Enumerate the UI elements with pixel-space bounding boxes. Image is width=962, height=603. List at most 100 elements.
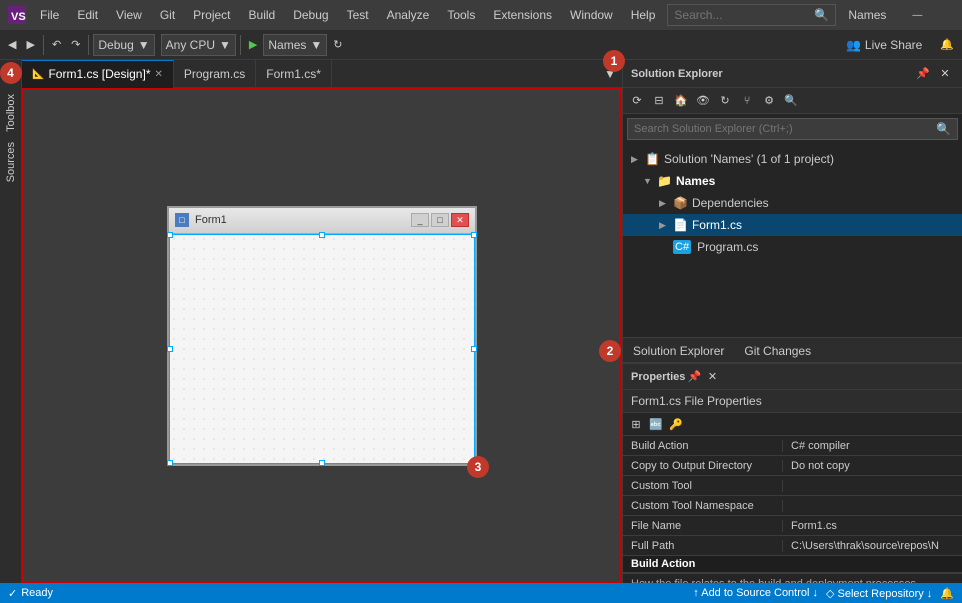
properties-panel: Properties 📌 ✕ Form1.cs File Properties … xyxy=(623,363,962,583)
menu-extensions[interactable]: Extensions xyxy=(485,5,560,25)
debug-arrow-icon: ▼ xyxy=(138,38,150,52)
form-body[interactable] xyxy=(169,234,475,464)
props-pin-button[interactable]: 📌 xyxy=(685,368,703,386)
tab-git-changes[interactable]: Git Changes xyxy=(734,338,821,364)
menu-help[interactable]: Help xyxy=(623,5,664,25)
menu-analyze[interactable]: Analyze xyxy=(379,5,438,25)
tree-program-cs[interactable]: ▶ C# Program.cs xyxy=(623,236,962,258)
se-refresh-btn[interactable]: ⟳ xyxy=(627,91,647,111)
cpu-dropdown[interactable]: Any CPU ▼ xyxy=(161,34,236,56)
form-titlebar: □ Form1 _ □ ✕ xyxy=(169,208,475,234)
menu-project[interactable]: Project xyxy=(185,5,238,25)
liveshare-button[interactable]: 👥 Live Share xyxy=(838,36,930,54)
handle-mid-right[interactable] xyxy=(471,346,477,352)
toolbar-redo[interactable]: ↷ xyxy=(67,33,84,57)
form-maximize-btn[interactable]: □ xyxy=(431,213,449,227)
annotation-badge-1: 1 xyxy=(603,50,625,72)
hot-reload-button[interactable]: ↻ xyxy=(329,33,346,57)
solution-explorer: 1 Solution Explorer 📌 ✕ ⟳ ⊟ 🏠 👁 ↻ ⑂ ⚙ 🔍 … xyxy=(623,60,962,363)
se-pin-button[interactable]: 📌 xyxy=(914,65,932,83)
tree-icon-solution: 📋 xyxy=(645,152,660,166)
se-settings-btn[interactable]: ⚙ xyxy=(759,91,779,111)
title-search-box[interactable]: 🔍 xyxy=(667,4,836,26)
prop-value-copy-output[interactable]: Do not copy xyxy=(783,460,962,472)
menu-window[interactable]: Window xyxy=(562,5,621,25)
se-search-btn[interactable]: 🔍 xyxy=(781,91,801,111)
handle-top-center[interactable] xyxy=(319,232,325,238)
menu-file[interactable]: File xyxy=(32,5,67,25)
solution-tree: ▶ 📋 Solution 'Names' (1 of 1 project) ▼ … xyxy=(623,144,962,337)
close-tab-form1-design[interactable]: ✕ xyxy=(154,69,162,80)
menu-git[interactable]: Git xyxy=(152,5,183,25)
se-search-input[interactable] xyxy=(634,123,936,135)
tree-names-project[interactable]: ▼ 📁 Names xyxy=(623,170,962,192)
title-search-input[interactable] xyxy=(674,8,814,22)
props-page-btn[interactable]: 🔑 xyxy=(667,415,685,433)
prop-value-build-action[interactable]: C# compiler xyxy=(783,440,962,452)
toolbar-undo[interactable]: ↶ xyxy=(48,33,65,57)
menu-tools[interactable]: Tools xyxy=(439,5,483,25)
select-repo-button[interactable]: ◇ Select Repository ↓ xyxy=(826,587,932,600)
se-collapse-btn[interactable]: ⊟ xyxy=(649,91,669,111)
handle-top-left[interactable] xyxy=(167,232,173,238)
notifications-icon[interactable]: 🔔 xyxy=(940,587,954,600)
tab-program-label: Program.cs xyxy=(184,67,245,81)
feedback-button[interactable]: 🔔 xyxy=(936,33,958,57)
status-bar: ✓ Ready ↑ Add to Source Control ↓ ◇ Sele… xyxy=(0,583,962,603)
handle-bot-left[interactable] xyxy=(167,460,173,466)
se-search-box[interactable]: 🔍 xyxy=(627,118,958,140)
add-source-button[interactable]: ↑ Add to Source Control ↓ xyxy=(693,587,818,599)
tree-icon-program: C# xyxy=(673,240,691,254)
handle-top-right[interactable] xyxy=(471,232,477,238)
props-alpha-btn[interactable]: 🔤 xyxy=(647,415,665,433)
prop-name-file-name: File Name xyxy=(623,520,783,532)
tab-program[interactable]: Program.cs xyxy=(174,60,256,88)
props-close-button[interactable]: ✕ xyxy=(703,368,721,386)
menu-test[interactable]: Test xyxy=(339,5,377,25)
minimize-button[interactable]: — xyxy=(894,0,940,30)
form-window[interactable]: □ Form1 _ □ ✕ xyxy=(167,206,477,466)
debug-dropdown[interactable]: Debug ▼ xyxy=(93,34,154,56)
tree-label-form1: Form1.cs xyxy=(692,218,742,232)
toolbox-label[interactable]: Toolbox xyxy=(5,86,17,140)
se-close-button[interactable]: ✕ xyxy=(936,65,954,83)
toolbar-forward[interactable]: ▶ xyxy=(22,33,38,57)
properties-table: Build Action C# compiler Copy to Output … xyxy=(623,436,962,583)
se-home-btn[interactable]: 🏠 xyxy=(671,91,691,111)
se-show-all-btn[interactable]: 👁 xyxy=(693,91,713,111)
form-minimize-btn[interactable]: _ xyxy=(411,213,429,227)
props-categorized-btn[interactable]: ⊞ xyxy=(627,415,645,433)
vs-logo: VS xyxy=(8,6,26,24)
maximize-button[interactable]: □ xyxy=(942,0,962,30)
tree-form1-cs[interactable]: ▶ 📄 Form1.cs xyxy=(623,214,962,236)
annotation-badge-3: 3 xyxy=(467,456,489,478)
tree-solution[interactable]: ▶ 📋 Solution 'Names' (1 of 1 project) xyxy=(623,148,962,170)
tab-form1-design[interactable]: 📐 Form1.cs [Design]* ✕ xyxy=(22,60,174,88)
handle-bot-center[interactable] xyxy=(319,460,325,466)
tab-form1-cs[interactable]: Form1.cs* xyxy=(256,60,332,88)
menu-build[interactable]: Build xyxy=(241,5,284,25)
run-button[interactable]: ▶ xyxy=(245,33,261,57)
handle-mid-left[interactable] xyxy=(167,346,173,352)
se-refresh2-btn[interactable]: ↻ xyxy=(715,91,735,111)
prop-value-file-name[interactable]: Form1.cs xyxy=(783,520,962,532)
tree-icon-names: 📁 xyxy=(657,174,672,188)
main-area: 4 Toolbox Sources 📐 Form1.cs [Design]* ✕… xyxy=(0,60,962,583)
tab-solution-explorer[interactable]: Solution Explorer xyxy=(623,338,734,364)
form-app-icon: □ xyxy=(175,213,189,227)
title-bar: VS File Edit View Git Project Build Debu… xyxy=(0,0,962,30)
sep2 xyxy=(88,35,89,55)
toolbar-back[interactable]: ◀ xyxy=(4,33,20,57)
sources-label[interactable]: Sources xyxy=(5,140,17,184)
tree-dependencies[interactable]: ▶ 📦 Dependencies xyxy=(623,192,962,214)
menu-debug[interactable]: Debug xyxy=(285,5,336,25)
form-close-btn[interactable]: ✕ xyxy=(451,213,469,227)
se-toolbar: ⟳ ⊟ 🏠 👁 ↻ ⑂ ⚙ 🔍 xyxy=(623,88,962,114)
tree-label-names: Names xyxy=(676,174,715,188)
run-target-dropdown[interactable]: Names ▼ xyxy=(263,34,327,56)
tree-arrow-solution: ▶ xyxy=(631,154,641,165)
menu-edit[interactable]: Edit xyxy=(69,5,106,25)
menu-view[interactable]: View xyxy=(108,5,150,25)
se-git-btn[interactable]: ⑂ xyxy=(737,91,757,111)
form-designer[interactable]: □ Form1 _ □ ✕ xyxy=(22,88,622,583)
